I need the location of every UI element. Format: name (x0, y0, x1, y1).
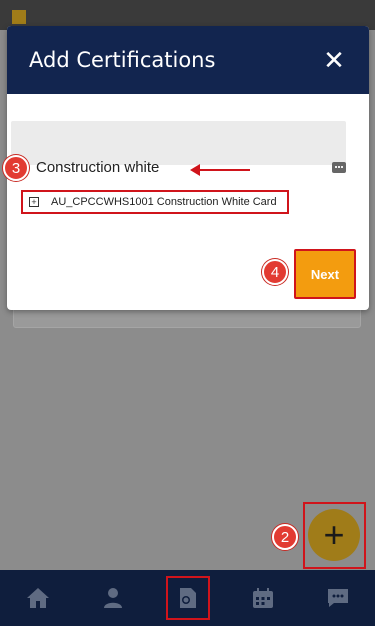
search-result-label: AU_CPCCWHS1001 Construction White Card (51, 196, 277, 208)
add-fab-button[interactable]: + (308, 509, 360, 561)
close-icon[interactable]: ✕ (321, 47, 347, 73)
chat-icon[interactable] (316, 576, 360, 620)
step-marker-3: 3 (3, 155, 29, 181)
certificate-icon[interactable] (165, 576, 210, 620)
annotation-arrow-line (198, 169, 250, 171)
expand-icon: + (29, 197, 39, 207)
search-input-value: Construction white (36, 159, 160, 176)
search-result-item[interactable]: + AU_CPCCWHS1001 Construction White Card (21, 190, 289, 214)
next-button[interactable]: Next (294, 249, 356, 299)
app-logo (12, 10, 26, 24)
bottom-nav (0, 570, 375, 626)
profile-icon[interactable] (91, 576, 135, 620)
modal-title: Add Certifications (29, 48, 216, 72)
modal-header: Add Certifications ✕ (7, 26, 369, 94)
step-marker-2: 2 (272, 524, 298, 550)
keyboard-icon[interactable] (332, 162, 346, 173)
home-icon[interactable] (16, 576, 60, 620)
step-marker-4: 4 (262, 259, 288, 285)
calendar-icon[interactable] (241, 576, 285, 620)
